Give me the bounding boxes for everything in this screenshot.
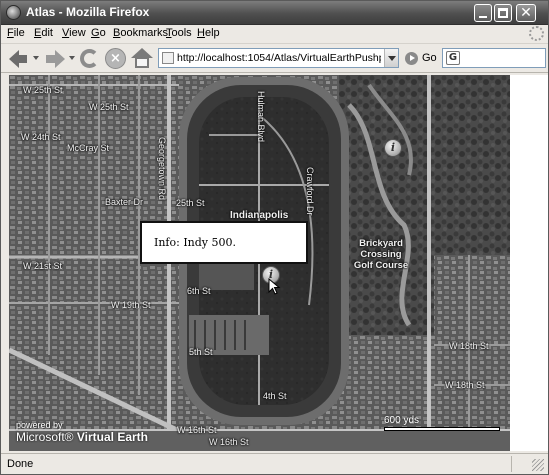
map-label-w25th-2: W 25th St <box>89 102 129 112</box>
browser-window: Atlas - Mozilla Firefox ✕ File Edit View… <box>0 0 549 475</box>
map-scale-bar <box>384 427 500 431</box>
title-bar[interactable]: Atlas - Mozilla Firefox ✕ <box>1 1 548 25</box>
maximize-button[interactable] <box>494 4 512 22</box>
forward-button[interactable] <box>43 47 67 71</box>
map-label-5th-st: 5th St <box>189 347 213 357</box>
minimize-icon <box>479 16 487 18</box>
info-popup-text: Info: Indy 500. <box>154 236 237 249</box>
info-icon: i <box>390 141 396 154</box>
menu-bar: File Edit View Go Bookmarks Tools Help <box>1 25 548 43</box>
minimize-button[interactable] <box>474 4 492 22</box>
map-label-4th-st: 4th St <box>263 391 287 401</box>
map-label-indianapolis: Indianapolis <box>230 210 289 221</box>
page-icon <box>162 52 174 64</box>
resize-grip-icon[interactable] <box>532 459 544 471</box>
close-icon: ✕ <box>520 5 532 21</box>
stop-button[interactable]: × <box>104 47 128 71</box>
map-label-w18th: W 18th St <box>449 341 489 351</box>
forward-history-dropdown[interactable] <box>69 56 75 60</box>
map-viewport[interactable]: W 25th St W 25th St W 24th St McCray St … <box>9 75 510 451</box>
map-label-brickyard: Brickyard Crossing Golf Course <box>353 238 409 271</box>
back-history-dropdown[interactable] <box>33 56 39 60</box>
maximize-icon <box>498 8 508 18</box>
map-label-w16th: W 16th St <box>177 425 217 435</box>
stop-icon: × <box>105 48 126 69</box>
mouse-pointer-icon <box>268 278 281 295</box>
forward-arrow-icon <box>55 50 65 68</box>
address-history-dropdown[interactable] <box>384 49 398 67</box>
menu-bookmarks[interactable]: Bookmarks <box>113 27 168 39</box>
map-label-6th-st: 6th St <box>187 286 211 296</box>
home-button[interactable] <box>130 47 154 71</box>
back-button[interactable] <box>7 47 31 71</box>
address-input[interactable]: http://localhost:1054/Atlas/VirtualEarth… <box>177 52 381 64</box>
firefox-icon <box>6 5 21 20</box>
menu-view[interactable]: View <box>62 27 86 39</box>
pushpin-info-popup: Info: Indy 500. <box>140 221 308 264</box>
search-engine-icon[interactable]: G <box>446 51 460 65</box>
menu-file[interactable]: File <box>7 27 25 39</box>
map-label-mccray: McCray St <box>67 143 110 153</box>
map-label-w18th-2: W 18th St <box>445 380 485 390</box>
reload-button[interactable] <box>78 47 102 71</box>
map-label-w16th-2: W 16th St <box>209 437 249 447</box>
address-bar[interactable]: http://localhost:1054/Atlas/VirtualEarth… <box>158 48 399 68</box>
throbber-icon <box>529 26 544 41</box>
pushpin-golf-course[interactable]: i <box>384 139 402 157</box>
map-label-baxter: Baxter Dr <box>105 197 144 207</box>
menu-edit[interactable]: Edit <box>34 27 53 39</box>
menu-go[interactable]: Go <box>91 27 106 39</box>
status-text: Done <box>7 458 34 470</box>
close-button[interactable]: ✕ <box>516 4 536 22</box>
map-label-25th-st: 25th St <box>176 198 205 208</box>
map-label-w24th: W 24th St <box>21 132 61 142</box>
window-title: Atlas - Mozilla Firefox <box>26 5 150 19</box>
map-label-hulman: Hulman Blvd <box>256 91 266 143</box>
search-input[interactable]: G <box>442 48 546 68</box>
map-label-crawford: Crawford Dr <box>305 167 315 216</box>
map-scale-label: 600 yds <box>384 415 420 426</box>
map-label-w21st: W 21st St <box>23 261 63 271</box>
reload-icon <box>80 49 99 68</box>
map-label-georgetown: Georgetown Rd <box>157 137 167 201</box>
map-label-w25th: W 25th St <box>23 85 63 95</box>
page-background <box>510 75 548 451</box>
map-label-w19th: W 19th St <box>111 300 151 310</box>
navigation-toolbar: × http://localhost:1054/Atlas/VirtualEar… <box>1 43 548 73</box>
menu-help[interactable]: Help <box>197 27 220 39</box>
menu-tools[interactable]: Tools <box>166 27 192 39</box>
go-icon[interactable] <box>405 52 418 65</box>
go-button[interactable]: Go <box>422 52 437 64</box>
status-divider <box>511 456 512 472</box>
virtual-earth-logo: powered by Microsoft® Virtual Earth <box>16 420 148 444</box>
status-bar: Done <box>1 453 548 474</box>
